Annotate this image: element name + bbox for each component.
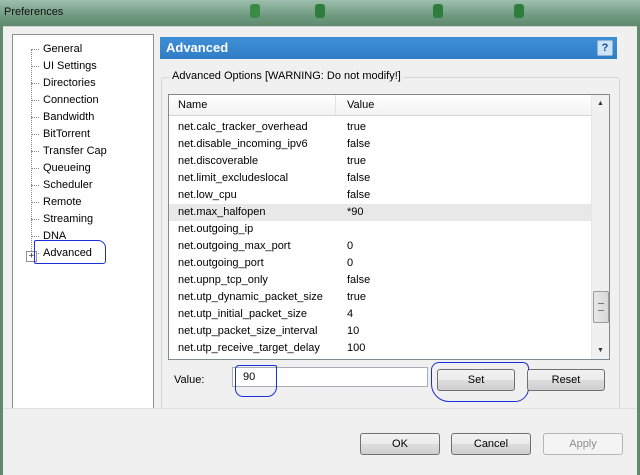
tree-item-bandwidth[interactable]: Bandwidth <box>41 109 96 125</box>
tree-connector <box>31 117 39 118</box>
option-name: net.low_cpu <box>178 189 237 201</box>
taskbar-app-icon <box>250 4 260 18</box>
preferences-dialog: General UI Settings Directories Connection B… <box>3 26 637 475</box>
scroll-up-icon[interactable]: ▲ <box>592 95 609 112</box>
tree-connector <box>31 100 39 101</box>
dialog-footer: OK Cancel Apply <box>3 408 637 475</box>
list-row[interactable]: net.calc_tracker_overhead true <box>169 119 591 136</box>
option-value: 10 <box>347 325 360 337</box>
list-row[interactable]: net.utp_packet_size_interval 10 <box>169 323 591 340</box>
panel-header: Advanced ? <box>160 37 617 59</box>
tree-connector <box>31 168 39 169</box>
list-row[interactable]: net.max_halfopen *90 <box>169 204 591 221</box>
list-row[interactable]: net.low_cpu false <box>169 187 591 204</box>
scrollbar-thumb[interactable] <box>593 291 609 323</box>
value-label: Value: <box>174 374 205 386</box>
list-row[interactable]: net.utp_initial_packet_size 4 <box>169 306 591 323</box>
ok-button[interactable]: OK <box>360 433 440 455</box>
option-value: false <box>347 274 371 286</box>
tree-connector <box>31 49 32 257</box>
option-name: net.utp_dynamic_packet_size <box>178 291 323 303</box>
taskbar-app-icon <box>433 4 443 18</box>
column-header-name[interactable]: Name <box>178 99 207 111</box>
option-value: *90 <box>347 206 364 218</box>
option-value: true <box>347 121 366 133</box>
tree-item-remote[interactable]: Remote <box>41 194 84 210</box>
vertical-scrollbar[interactable]: ▲ ▼ <box>591 95 609 359</box>
option-value: 0 <box>347 240 354 252</box>
tree-item-bittorrent[interactable]: BitTorrent <box>41 126 92 142</box>
tree-item-streaming[interactable]: Streaming <box>41 211 95 227</box>
list-row[interactable]: net.utp_dynamic_packet_size true <box>169 289 591 306</box>
option-name: net.limit_excludeslocal <box>178 172 289 184</box>
option-name: net.disable_incoming_ipv6 <box>178 138 308 150</box>
tree-connector <box>31 83 39 84</box>
list-row[interactable]: net.outgoing_ip <box>169 221 591 238</box>
apply-button[interactable]: Apply <box>543 433 623 455</box>
list-row[interactable]: net.upnp_tcp_only false <box>169 272 591 289</box>
tree-connector <box>31 202 39 203</box>
list-row[interactable]: net.disable_incoming_ipv6 false <box>169 136 591 153</box>
option-value: false <box>347 172 371 184</box>
list-row[interactable]: net.limit_excludeslocal false <box>169 170 591 187</box>
option-name: net.outgoing_port <box>178 257 264 269</box>
column-separator[interactable] <box>335 95 336 115</box>
option-name: net.discoverable <box>178 155 259 167</box>
tree-connector <box>31 185 39 186</box>
help-icon[interactable]: ? <box>597 40 613 56</box>
option-name: net.utp_packet_size_interval <box>178 325 318 337</box>
tree-item-directories[interactable]: Directories <box>41 75 98 91</box>
category-tree[interactable]: General UI Settings Directories Connection B… <box>12 34 154 432</box>
option-name: net.upnp_tcp_only <box>178 274 268 286</box>
list-header: Name Value <box>169 95 591 116</box>
tree-connector <box>31 219 39 220</box>
panel-title: Advanced <box>166 40 229 55</box>
list-row[interactable]: net.utp_receive_target_delay 100 <box>169 340 591 357</box>
tree-item-scheduler[interactable]: Scheduler <box>41 177 95 193</box>
title-bar[interactable]: Preferences <box>0 0 640 26</box>
tree-item-general[interactable]: General <box>41 41 84 57</box>
scroll-down-icon[interactable]: ▼ <box>592 342 609 359</box>
option-value: true <box>347 291 366 303</box>
tree-item-ui-settings[interactable]: UI Settings <box>41 58 99 74</box>
option-name: net.outgoing_max_port <box>178 240 291 252</box>
option-name: net.outgoing_ip <box>178 223 254 235</box>
tree-connector <box>31 236 39 237</box>
list-row[interactable]: net.outgoing_max_port 0 <box>169 238 591 255</box>
tree-connector <box>31 49 39 50</box>
option-value: false <box>347 189 371 201</box>
annotation-circle-value <box>235 365 277 397</box>
option-value: 100 <box>347 342 366 354</box>
tree-item-transfer-cap[interactable]: Transfer Cap <box>41 143 109 159</box>
tree-connector <box>31 151 39 152</box>
annotation-circle-advanced <box>34 240 106 264</box>
annotation-circle-set <box>431 362 529 402</box>
taskbar-app-icon <box>514 4 524 18</box>
option-value: 4 <box>347 308 354 320</box>
reset-button[interactable]: Reset <box>527 369 605 391</box>
tree-connector <box>31 66 39 67</box>
option-name: net.max_halfopen <box>178 206 266 218</box>
option-name: net.utp_initial_packet_size <box>178 308 308 320</box>
option-value: true <box>347 155 366 167</box>
list-rows: net.calc_tracker_overhead true net.disable… <box>169 119 591 357</box>
list-row[interactable]: net.outgoing_port 0 <box>169 255 591 272</box>
column-header-value[interactable]: Value <box>347 99 374 111</box>
advanced-options-list[interactable]: Name Value net.calc_tracker_overhead true… <box>168 94 610 360</box>
tree-item-connection[interactable]: Connection <box>41 92 101 108</box>
cancel-button[interactable]: Cancel <box>451 433 531 455</box>
tree-connector <box>31 134 39 135</box>
option-value: false <box>347 138 371 150</box>
option-value: 0 <box>347 257 354 269</box>
option-name: net.utp_receive_target_delay <box>178 342 320 354</box>
option-name: net.calc_tracker_overhead <box>178 121 308 133</box>
window-title: Preferences <box>4 6 64 18</box>
tree-item-queueing[interactable]: Queueing <box>41 160 93 176</box>
taskbar-app-icon <box>315 4 325 18</box>
list-row[interactable]: net.discoverable true <box>169 153 591 170</box>
group-label: Advanced Options [WARNING: Do not modify… <box>169 70 404 82</box>
